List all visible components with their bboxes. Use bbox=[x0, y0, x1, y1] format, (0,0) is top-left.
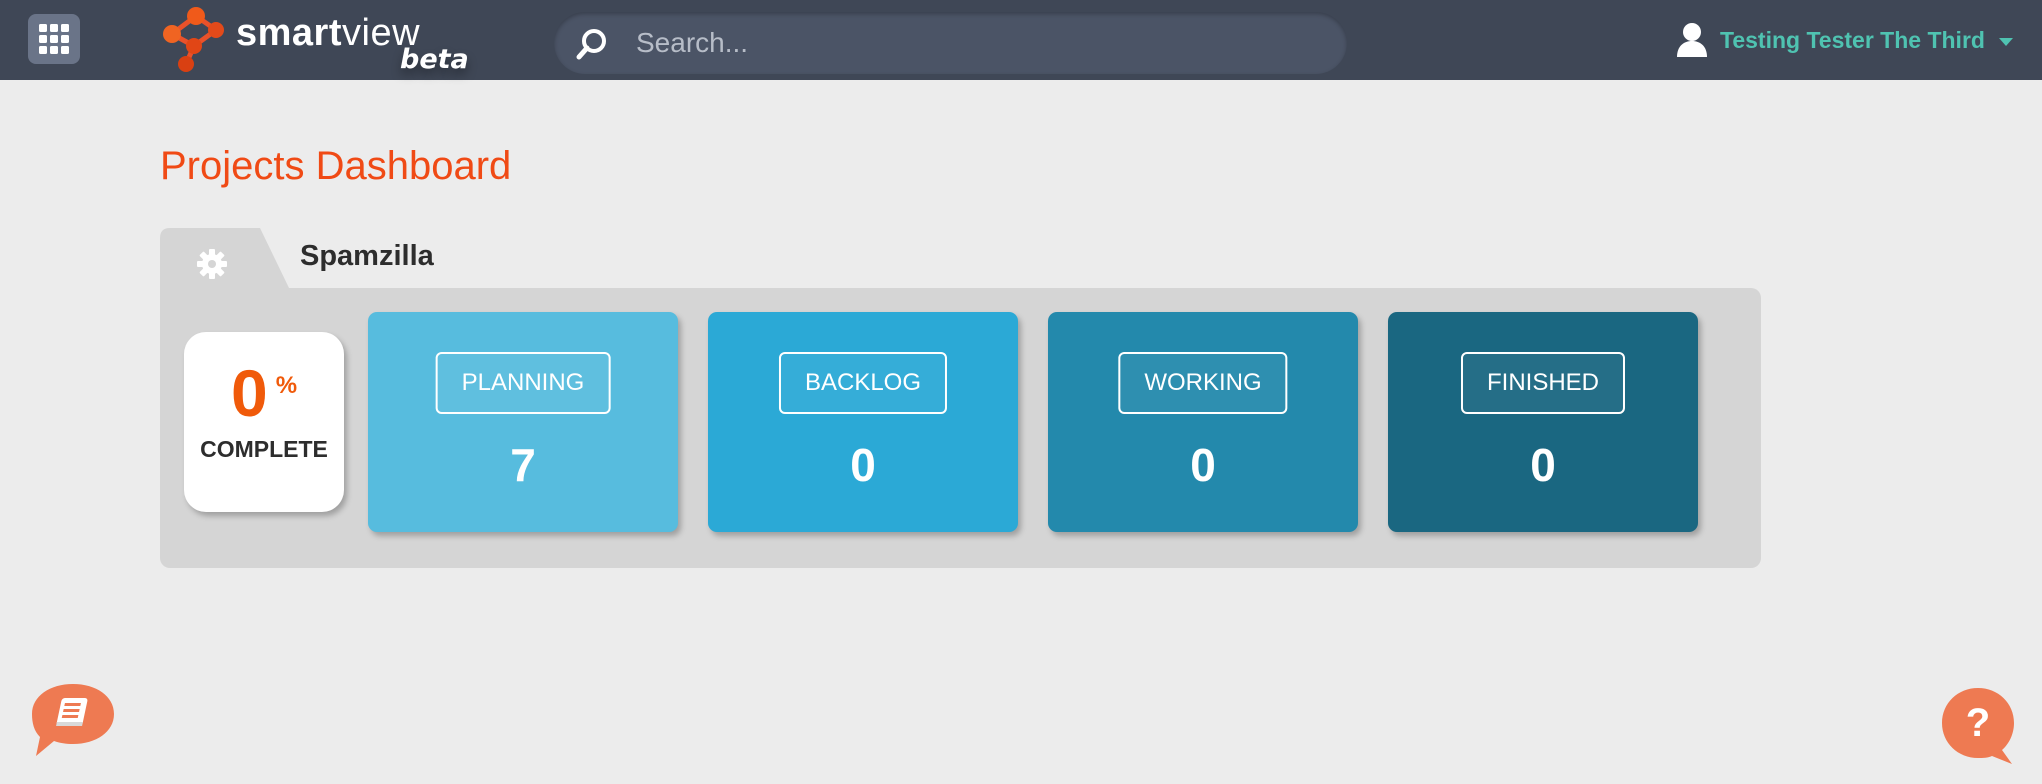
brand-name: smartview bbox=[236, 12, 421, 54]
search-input[interactable] bbox=[636, 24, 1316, 62]
stage-planning-count: 7 bbox=[510, 439, 536, 491]
completion-label: COMPLETE bbox=[200, 436, 328, 462]
stage-backlog-count: 0 bbox=[850, 439, 876, 491]
project-tab bbox=[160, 228, 290, 290]
completion-value: 0 bbox=[230, 356, 268, 430]
smartview-logo-icon bbox=[163, 7, 224, 72]
brand-logo[interactable]: smartview beta bbox=[158, 4, 478, 76]
stage-finished-card[interactable]: FINISHED 0 bbox=[1388, 312, 1698, 532]
completion-card: 0 % COMPLETE bbox=[184, 332, 344, 512]
apps-grid-icon bbox=[39, 24, 69, 54]
stage-working-count: 0 bbox=[1190, 439, 1216, 491]
search-icon[interactable] bbox=[574, 26, 610, 62]
book-chat-icon[interactable] bbox=[28, 682, 118, 758]
stage-working-label[interactable]: WORKING bbox=[1118, 352, 1288, 414]
stage-planning-card[interactable]: PLANNING 7 bbox=[368, 312, 678, 532]
project-name[interactable]: Spamzilla bbox=[300, 240, 434, 273]
gear-icon[interactable] bbox=[196, 248, 228, 280]
brand-beta-tag: beta bbox=[400, 44, 469, 75]
page-title: Projects Dashboard bbox=[160, 144, 512, 188]
stage-finished-label[interactable]: FINISHED bbox=[1460, 352, 1626, 414]
completion-unit: % bbox=[275, 372, 298, 399]
stage-finished-count: 0 bbox=[1530, 439, 1556, 491]
stage-backlog-label[interactable]: BACKLOG bbox=[778, 352, 948, 414]
top-bar: smartview beta Testing Tester The Third bbox=[0, 0, 2042, 80]
stage-planning-label[interactable]: PLANNING bbox=[435, 352, 611, 414]
search-bar[interactable] bbox=[554, 12, 1347, 74]
user-menu[interactable]: Testing Tester The Third bbox=[1676, 20, 2013, 60]
apps-menu-button[interactable] bbox=[28, 14, 80, 64]
svg-text:?: ? bbox=[1966, 701, 1990, 745]
user-name[interactable]: Testing Tester The Third bbox=[1720, 27, 1985, 54]
stage-backlog-card[interactable]: BACKLOG 0 bbox=[708, 312, 1018, 532]
stage-working-card[interactable]: WORKING 0 bbox=[1048, 312, 1358, 532]
user-icon bbox=[1677, 23, 1707, 57]
chevron-down-icon[interactable] bbox=[1998, 38, 2013, 46]
question-chat-icon[interactable]: ? bbox=[1940, 686, 2020, 766]
